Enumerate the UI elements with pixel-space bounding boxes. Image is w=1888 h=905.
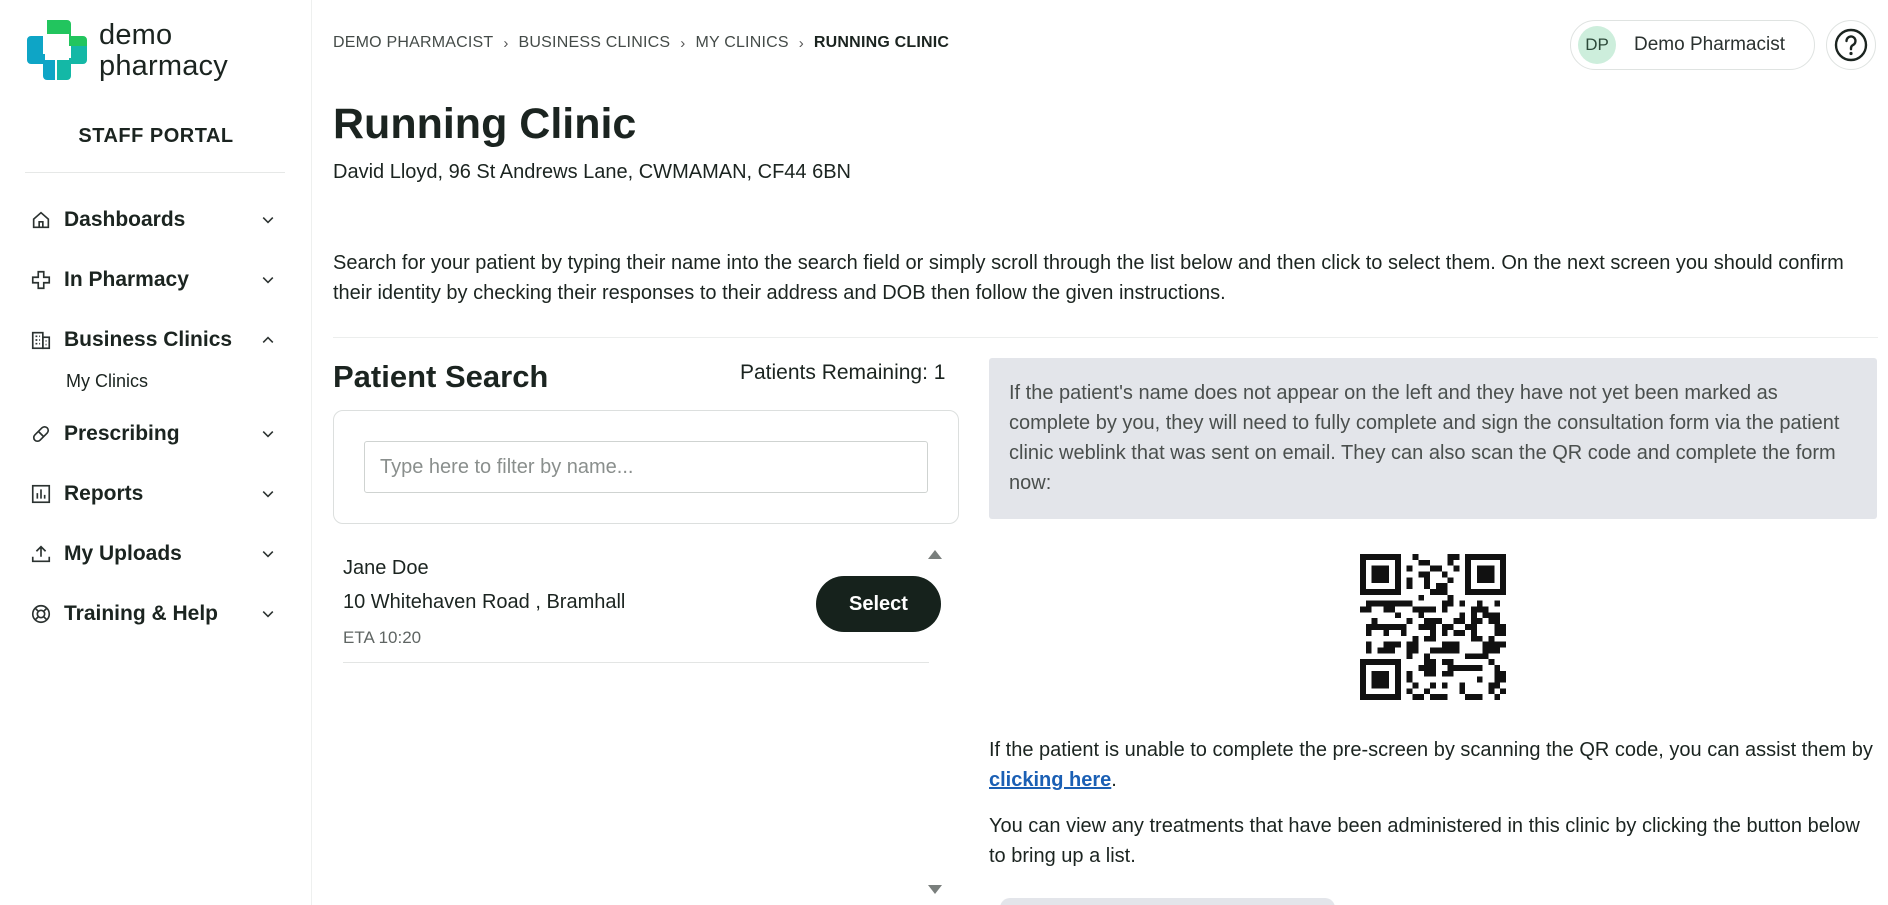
pill-icon <box>28 421 54 447</box>
sidebar-subitem-my-clinics[interactable]: My Clinics <box>28 364 278 398</box>
patient-name: Jane Doe <box>343 557 429 579</box>
breadcrumb-demo-pharmacist[interactable]: DEMO PHARMACIST <box>333 34 493 52</box>
patient-search-title: Patient Search <box>333 359 549 394</box>
sidebar-nav: Dashboards In Pharmacy Business Clinics … <box>28 190 278 644</box>
sidebar-item-label: Prescribing <box>64 422 180 445</box>
chevron-down-icon <box>258 210 278 230</box>
sidebar-item-business-clinics[interactable]: Business Clinics <box>28 310 278 370</box>
view-treatments-button[interactable] <box>1000 898 1335 905</box>
chevron-down-icon <box>258 604 278 624</box>
chevron-right-icon: › <box>503 34 509 52</box>
breadcrumb-current: RUNNING CLINIC <box>813 34 950 51</box>
lifebuoy-icon <box>28 601 54 627</box>
search-input[interactable] <box>364 441 928 493</box>
chevron-down-icon <box>258 544 278 564</box>
divider <box>333 337 1878 338</box>
logo-line-1: demo <box>99 19 173 51</box>
bar-chart-icon <box>28 481 54 507</box>
cross-icon <box>28 267 54 293</box>
chevron-right-icon: › <box>680 34 686 52</box>
chevron-down-icon <box>258 424 278 444</box>
scroll-down-arrow-icon[interactable] <box>928 885 942 894</box>
building-icon <box>28 327 54 353</box>
scrollbar[interactable] <box>925 545 945 905</box>
avatar: DP <box>1578 26 1616 64</box>
qr-code <box>1360 554 1506 700</box>
patient-eta: ETA 10:20 <box>343 628 422 647</box>
chevron-down-icon <box>258 270 278 290</box>
sidebar-item-label: Training & Help <box>64 602 219 625</box>
user-name: Demo Pharmacist <box>1634 34 1785 55</box>
scroll-up-arrow-icon[interactable] <box>928 550 942 559</box>
sidebar-item-label: In Pharmacy <box>64 268 189 291</box>
sidebar-item-label: Business Clinics <box>64 328 233 351</box>
help-button[interactable] <box>1826 20 1876 70</box>
assist-suffix: . <box>1111 769 1117 791</box>
sidebar-item-training-help[interactable]: Training & Help <box>28 584 278 644</box>
patient-address: 10 Whitehaven Road , Bramhall <box>343 591 626 613</box>
sidebar-item-label: Reports <box>64 482 144 505</box>
patients-remaining: Patients Remaining: 1 <box>740 361 946 384</box>
patient-list: Jane Doe 10 Whitehaven Road , Bramhall E… <box>333 545 941 905</box>
clicking-here-link[interactable]: clicking here <box>989 769 1111 791</box>
sidebar-item-in-pharmacy[interactable]: In Pharmacy <box>28 250 278 310</box>
select-patient-button[interactable]: Select <box>816 576 941 632</box>
chevron-up-icon <box>258 330 278 350</box>
pharmacy-cross-logo-icon <box>27 20 87 80</box>
sidebar-item-dashboards[interactable]: Dashboards <box>28 190 278 250</box>
sidebar-item-label: Dashboards <box>64 208 186 231</box>
sidebar-item-label: My Uploads <box>64 542 182 565</box>
clinic-address: David Lloyd, 96 St Andrews Lane, CWMAMAN… <box>333 161 851 183</box>
portal-title: STAFF PORTAL <box>78 125 234 147</box>
brand-logo[interactable]: demo pharmacy <box>25 18 228 82</box>
search-card <box>333 410 959 524</box>
chevron-down-icon <box>258 484 278 504</box>
breadcrumb-my-clinics[interactable]: MY CLINICS <box>695 34 788 52</box>
breadcrumb-business-clinics[interactable]: BUSINESS CLINICS <box>519 34 671 52</box>
sidebar: demo pharmacy STAFF PORTAL Dashboards In… <box>0 0 312 905</box>
chevron-right-icon: › <box>798 34 804 52</box>
sidebar-item-my-uploads[interactable]: My Uploads <box>28 524 278 584</box>
assist-prefix: If the patient is unable to complete the… <box>989 739 1873 761</box>
upload-icon <box>28 541 54 567</box>
divider <box>25 172 285 173</box>
qr-notice: If the patient's name does not appear on… <box>989 358 1877 519</box>
breadcrumb: DEMO PHARMACIST › BUSINESS CLINICS › MY … <box>333 34 949 52</box>
home-icon <box>28 207 54 233</box>
sidebar-item-prescribing[interactable]: Prescribing <box>28 404 278 464</box>
logo-line-2: pharmacy <box>99 50 228 82</box>
logo-text: demo pharmacy <box>99 20 228 82</box>
sidebar-item-reports[interactable]: Reports <box>28 464 278 524</box>
page-title: Running Clinic <box>333 100 637 148</box>
user-menu-button[interactable]: DP Demo Pharmacist <box>1570 20 1815 70</box>
question-circle-icon <box>1834 28 1868 62</box>
assist-text: If the patient is unable to complete the… <box>989 735 1877 795</box>
list-item: Jane Doe 10 Whitehaven Road , Bramhall E… <box>343 545 941 663</box>
treatments-text: You can view any treatments that have be… <box>989 815 1860 867</box>
intro-text: Search for your patient by typing their … <box>333 252 1844 304</box>
